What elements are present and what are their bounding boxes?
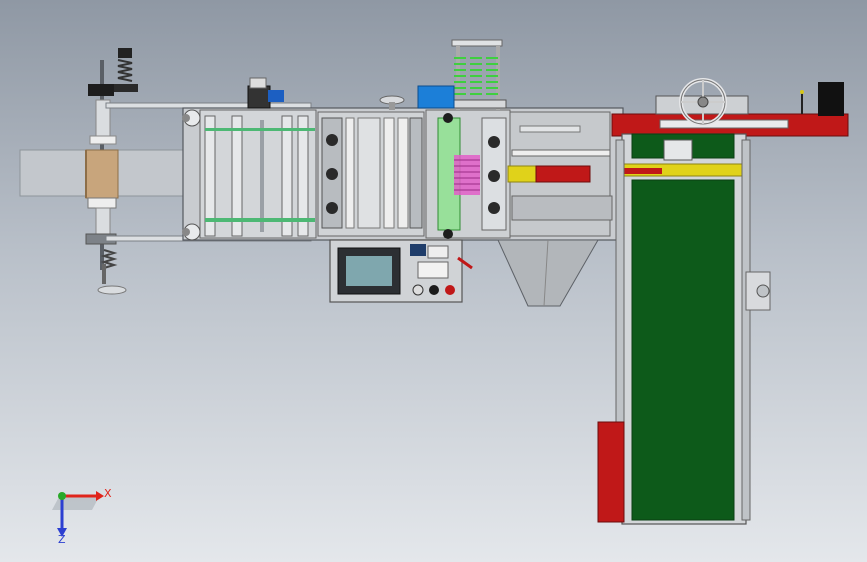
temp-controller <box>410 244 426 256</box>
hmi-screen <box>346 256 392 286</box>
z-axis-label: Z <box>58 533 66 546</box>
base-block <box>597 421 625 523</box>
coordinate-triad: X Z <box>52 487 112 546</box>
control-panel <box>329 239 473 303</box>
stop-button <box>445 285 455 295</box>
start-button <box>429 285 439 295</box>
handwheel-icon <box>679 78 727 126</box>
spring-columns <box>449 39 507 110</box>
output-conveyor <box>615 133 771 525</box>
selector-switch <box>412 284 424 296</box>
y-axis-point <box>58 492 66 500</box>
top-beam <box>611 82 849 137</box>
x-axis-label: X <box>104 487 112 500</box>
blue-motor-box <box>417 85 455 109</box>
beam-motor <box>818 82 844 116</box>
discharge-hopper <box>497 239 599 307</box>
machine-drawing: X Z <box>19 39 849 546</box>
cad-viewport[interactable]: X Z <box>0 0 867 562</box>
conveyor-belt <box>631 179 735 521</box>
